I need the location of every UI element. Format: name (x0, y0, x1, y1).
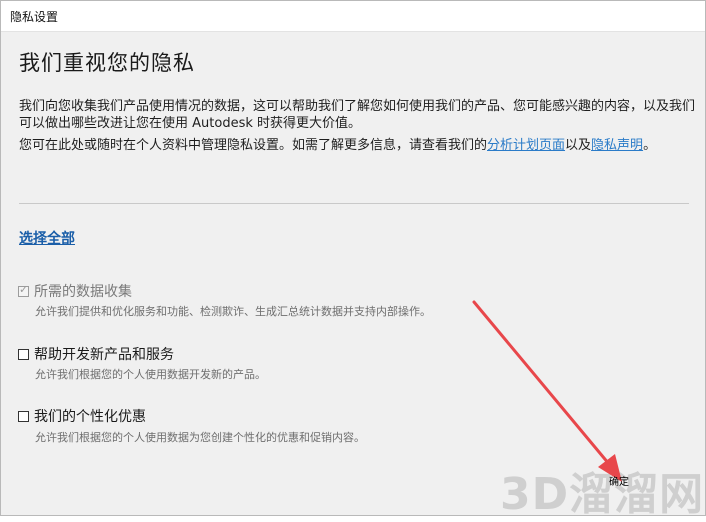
window-title: 隐私设置 (10, 10, 59, 24)
title-bar: 隐私设置 (1, 1, 705, 32)
personalized-offers-checkbox[interactable] (18, 410, 29, 422)
option-description: 允许我们提供和优化服务和功能、检测欺诈、生成汇总统计数据并支持内部操作。 (35, 305, 431, 318)
option-personalized-offers[interactable]: 我们的个性化优惠 (18, 406, 146, 426)
manage-middle: 以及 (565, 138, 592, 153)
option-label: 所需的数据收集 (34, 284, 132, 300)
option-label: 帮助开发新产品和服务 (34, 347, 174, 363)
option-description: 允许我们根据您的个人使用数据为您创建个性化的优惠和促销内容。 (35, 431, 365, 444)
new-products-checkbox[interactable] (18, 348, 29, 360)
divider (19, 203, 689, 204)
manage-suffix: 。 (643, 138, 657, 153)
option-required-data: ✓ 所需的数据收集 (18, 281, 132, 301)
check-icon: ✓ (19, 282, 29, 296)
required-data-checkbox: ✓ (18, 282, 29, 297)
option-label: 我们的个性化优惠 (34, 409, 146, 425)
option-description: 允许我们根据您的个人使用数据开发新的产品。 (35, 368, 266, 381)
option-new-products[interactable]: 帮助开发新产品和服务 (18, 344, 174, 364)
analytics-page-link[interactable]: 分析计划页面 (487, 138, 565, 153)
confirm-button[interactable]: 确定 (601, 474, 637, 492)
select-all-link[interactable]: 选择全部 (19, 228, 75, 248)
privacy-statement-link[interactable]: 隐私声明 (591, 138, 643, 153)
page-heading: 我们重视您的隐私 (19, 51, 195, 75)
manage-prefix: 您可在此处或随时在个人资料中管理隐私设置。如需了解更多信息，请查看我们的 (19, 138, 488, 153)
privacy-settings-window: 隐私设置 我们重视您的隐私 我们向您收集我们产品使用情况的数据，这可以帮助我们了… (0, 0, 706, 516)
manage-text: 您可在此处或随时在个人资料中管理隐私设置。如需了解更多信息，请查看我们的分析计划… (19, 137, 695, 154)
intro-text: 我们向您收集我们产品使用情况的数据，这可以帮助我们了解您如何使用我们的产品、您可… (19, 99, 696, 131)
